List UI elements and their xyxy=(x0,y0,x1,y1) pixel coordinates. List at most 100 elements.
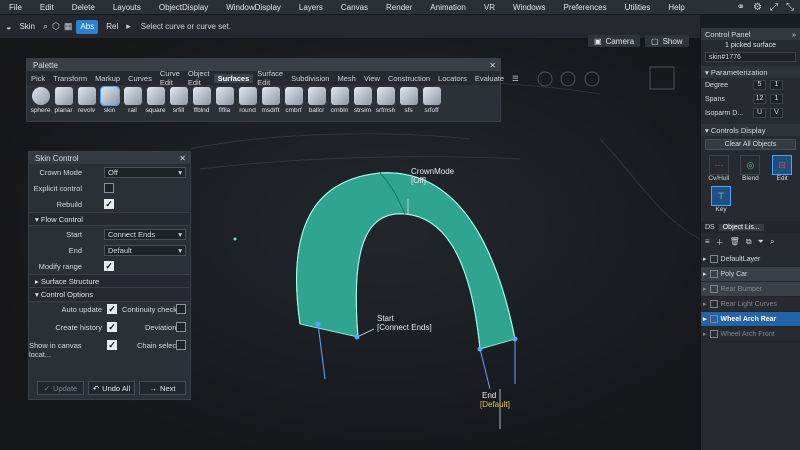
tool-revolv[interactable]: revolv xyxy=(75,87,98,114)
tab-surfaces[interactable]: Surfaces xyxy=(213,73,254,83)
menu-file[interactable]: File xyxy=(0,3,31,12)
list-item[interactable]: ▸ Rear Light Curves xyxy=(701,297,800,312)
chain-select-checkbox[interactable] xyxy=(176,340,186,350)
tool-ballcr[interactable]: ballcr xyxy=(305,87,328,114)
filter-icon[interactable]: ⏷ xyxy=(758,237,764,248)
cube-icon[interactable]: ⬡ xyxy=(52,21,60,32)
tool-srfill[interactable]: srfill xyxy=(167,87,190,114)
tool-srfmsh[interactable]: srfmsh xyxy=(374,87,397,114)
controls-display-section[interactable]: ▾ Controls Display xyxy=(701,124,800,136)
tab-curves[interactable]: Curves xyxy=(124,74,156,83)
deviation-checkbox[interactable] xyxy=(176,322,186,332)
tab-surface-edit[interactable]: Surface Edit xyxy=(253,69,287,87)
update-button[interactable]: ✓ Update xyxy=(37,381,84,395)
surface-structure-section[interactable]: ▸ Surface Structure xyxy=(29,274,190,288)
edit-toggle[interactable]: ⊟ Edit xyxy=(770,155,794,182)
show-button[interactable]: ▢ Show xyxy=(645,35,689,47)
tool-skin[interactable]: skin xyxy=(98,86,121,114)
settings-icon[interactable]: ⚙ xyxy=(753,2,762,13)
list-item[interactable]: ▸ Wheel Arch Rear xyxy=(701,312,800,327)
tab-construction[interactable]: Construction xyxy=(384,74,434,83)
search-icon[interactable]: ⌕ xyxy=(770,237,774,248)
list-item[interactable]: ▸ Wheel Arch Front xyxy=(701,327,800,342)
layer-checkbox[interactable] xyxy=(709,285,718,293)
close-icon[interactable]: ✕ xyxy=(179,154,186,163)
show-in-canvas-checkbox[interactable]: ✓ xyxy=(107,340,117,350)
flow-control-section[interactable]: ▾ Flow Control xyxy=(29,212,190,226)
double-chevron-icon[interactable]: » xyxy=(792,30,796,39)
layer-checkbox[interactable] xyxy=(709,300,718,308)
start-dropdown[interactable]: Connect Ends ▾ xyxy=(104,228,186,240)
parameterization-section[interactable]: ▾ Parameterization xyxy=(701,66,800,78)
isoparm-v-button[interactable]: V xyxy=(770,108,783,118)
layer-checkbox[interactable] xyxy=(709,330,718,338)
menu-vr[interactable]: VR xyxy=(475,3,504,12)
layer-checkbox[interactable] xyxy=(709,270,718,278)
modify-range-checkbox[interactable]: ✓ xyxy=(104,261,114,271)
list-item[interactable]: ▸ Poly Car xyxy=(701,267,800,282)
menu-delete[interactable]: Delete xyxy=(63,3,104,12)
tool-rail[interactable]: rail xyxy=(121,87,144,114)
tool-square[interactable]: square xyxy=(144,87,167,114)
menu-layers[interactable]: Layers xyxy=(290,3,332,12)
menu-utilities[interactable]: Utilities xyxy=(616,3,660,12)
close-icon[interactable]: ✕ xyxy=(489,61,500,70)
tool-msdrft[interactable]: msdrft xyxy=(259,87,282,114)
list-item[interactable]: ▸ Rear Bumper xyxy=(701,282,800,297)
trash-icon[interactable]: 🗑 xyxy=(730,237,740,248)
tab-mesh[interactable]: Mesh xyxy=(333,74,359,83)
end-dropdown[interactable]: Default ▾ xyxy=(104,244,186,256)
spans-u-field[interactable]: 12 xyxy=(753,94,766,104)
tab-evaluate[interactable]: Evaluate xyxy=(471,74,508,83)
create-history-checkbox[interactable]: ✓ xyxy=(107,322,117,332)
control-options-section[interactable]: ▾ Control Options xyxy=(29,288,190,302)
abs-button[interactable]: Abs xyxy=(76,19,99,34)
list-item[interactable]: ▸ DefaultLayer xyxy=(701,252,800,267)
menu-windowdisplay[interactable]: WindowDisplay xyxy=(217,3,290,12)
tool-round[interactable]: round xyxy=(236,87,259,114)
tool-srfoff[interactable]: srfoff xyxy=(420,87,443,114)
tool-planar[interactable]: planar xyxy=(52,87,75,114)
link-icon[interactable]: ⚭ xyxy=(737,2,745,13)
menu-render[interactable]: Render xyxy=(377,3,421,12)
auto-update-checkbox[interactable]: ✓ xyxy=(107,304,117,314)
menu-canvas[interactable]: Canvas xyxy=(332,3,377,12)
rebuild-checkbox[interactable]: ✓ xyxy=(104,199,114,209)
tab-subdivision[interactable]: Subdivision xyxy=(287,74,333,83)
menu-animation[interactable]: Animation xyxy=(421,3,475,12)
tab-ds[interactable]: DS xyxy=(701,224,719,231)
tab-curve-edit[interactable]: Curve Edit xyxy=(156,69,184,87)
tab-object-list[interactable]: Object Lis... xyxy=(718,223,764,231)
tab-markup[interactable]: Markup xyxy=(91,74,124,83)
cvhull-toggle[interactable]: ⋯ Cv/Hull xyxy=(707,155,731,182)
collapse-icon[interactable]: ⤡ xyxy=(786,2,794,13)
menu-preferences[interactable]: Preferences xyxy=(554,3,615,12)
tool-crnbln[interactable]: crnbln xyxy=(328,87,351,114)
skin-control-titlebar[interactable]: Skin Control ✕ xyxy=(29,152,190,164)
menu-icon[interactable]: ☰ xyxy=(508,74,523,83)
camera-button[interactable]: ▣ Camera xyxy=(588,35,641,47)
continuity-check-checkbox[interactable] xyxy=(176,304,186,314)
menu-layouts[interactable]: Layouts xyxy=(104,3,150,12)
tool-ffblnd[interactable]: ffblnd xyxy=(190,87,213,114)
clear-all-objects-button[interactable]: Clear All Objects xyxy=(705,139,796,150)
add-icon[interactable]: ＋ xyxy=(716,237,724,248)
object-name-field[interactable]: skin#1776 xyxy=(705,52,796,62)
tool-strsim[interactable]: strsim xyxy=(351,87,374,114)
spans-v-field[interactable]: 1 xyxy=(770,94,783,104)
layer-checkbox[interactable] xyxy=(709,255,718,263)
degree-u-field[interactable]: 5 xyxy=(753,80,766,90)
menu-windows[interactable]: Windows xyxy=(504,3,554,12)
blend-toggle[interactable]: ◎ Blend xyxy=(738,155,762,182)
layer-checkbox[interactable] xyxy=(709,315,718,323)
tab-transform[interactable]: Transform xyxy=(49,74,91,83)
tab-view[interactable]: View xyxy=(360,74,384,83)
isoparm-u-button[interactable]: U xyxy=(753,108,766,118)
next-button[interactable]: → Next xyxy=(139,381,186,395)
tab-locators[interactable]: Locators xyxy=(434,74,471,83)
tool-sfs[interactable]: sfs xyxy=(397,87,420,114)
menu-objectdisplay[interactable]: ObjectDisplay xyxy=(150,3,217,12)
tool-cmbrf[interactable]: cmbrf xyxy=(282,87,305,114)
menu-help[interactable]: Help xyxy=(659,3,693,12)
tool-flflla[interactable]: flflla xyxy=(213,87,236,114)
